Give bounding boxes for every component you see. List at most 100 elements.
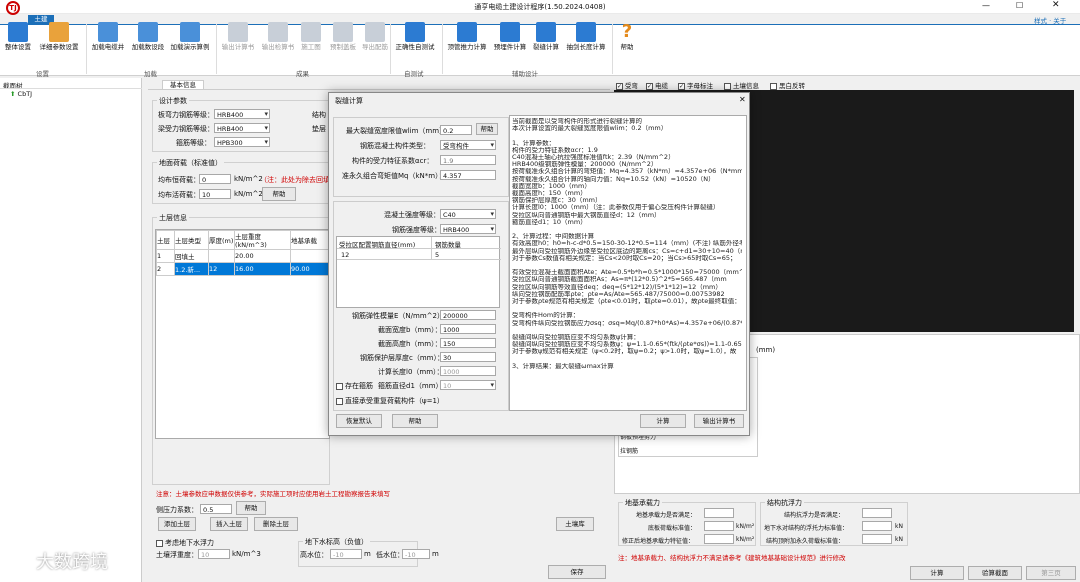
tree-node-icon: ⬆ [10,90,16,98]
h-input[interactable]: 150 [440,338,496,348]
rebar3-select[interactable]: HPB300 [214,137,270,147]
repeated-load-check[interactable]: 直接承受重复荷载构件（ψ=1） [336,396,444,406]
anchor-length-button[interactable]: 抽剑长度计算 [562,20,610,78]
rebar2-label: 梁受力钢筋等级： [158,125,214,133]
check-invert[interactable]: 黑白反转 [770,80,805,90]
stirrup-check[interactable]: 存在箍筋 [336,381,373,391]
steel-label: 钢筋强度等级： [392,226,441,234]
buoyancy-check[interactable]: 考虑地下水浮力 [156,538,214,548]
minimize-button[interactable]: — [982,1,990,10]
soil-cell[interactable] [208,249,235,263]
rebar-table: 受拉区配置钢筋直径(mm) 钢筋数量 12 5 [336,236,501,308]
rebar1-label: 板弯力钢筋等级： [158,111,214,119]
b-input[interactable]: 1000 [440,324,496,334]
rebar-cell[interactable]: 5 [435,251,439,259]
side-coef-help-button[interactable]: 帮助 [236,501,266,515]
checkbox-icon [336,382,343,390]
restore-default-button[interactable]: 恢复默认 [336,414,382,428]
overall-settings-button[interactable]: 整体设置 [4,20,32,78]
buoy-q2: 地下水对结构的浮托力标准值： [764,525,849,532]
calc-result-line: 有效受拉混凝土截面面积Ate：Ate=0.5*b*h=0.5*1000*150=… [512,269,742,277]
insert-soil-button[interactable]: 插入土层 [210,517,248,531]
checkbox-icon [770,82,777,90]
output-check-book-button[interactable]: 输出检算书 [258,20,298,78]
delete-soil-button[interactable]: 删除土层 [254,517,298,531]
calculate-button[interactable]: 计算 [910,566,964,580]
soil-cell[interactable]: 20.00 [234,249,291,263]
load-demo-button[interactable]: 加载演示算例 [168,20,212,78]
dialog-calc-button[interactable]: 计算 [640,414,686,428]
wlim-help-button[interactable]: 帮助 [476,123,498,135]
export-rebar-button[interactable]: 导出配筋 [360,20,390,78]
soil-cell[interactable]: 16.00 [234,262,291,276]
c-input[interactable]: 30 [440,352,496,362]
section-tree-panel: 截面树 ⬆ CbTJ [0,78,142,582]
load-cable-well-button[interactable]: 加载电缆井 [88,20,128,78]
output-calc-book-button[interactable]: 输出计算书 [218,20,258,78]
dead-load-input[interactable]: 0 [199,174,231,184]
bearing-a2 [704,521,734,531]
l0-label: 计算长度l0（mm）： [378,368,444,376]
save-button[interactable]: 保存 [548,565,606,579]
soil-row[interactable]: 1 回填土 20.00 [156,249,329,263]
soil-cell[interactable]: 1 [156,249,175,263]
third-page-button[interactable]: 第三页 [1026,566,1076,580]
calc-result-line: C40混凝土轴心抗拉强度标准值ftk：2.39（N/mm^2） [512,154,675,161]
help-button[interactable]: ? 帮助 [614,20,640,78]
check-bending[interactable]: ✓ 受弯 [616,80,638,90]
check-soil-info[interactable]: 土壤信息 [724,80,759,90]
side-coef-input[interactable]: 0.5 [200,504,232,514]
dead-load-note: （注：此处为除去回填土 [260,176,337,184]
dialog-help-button[interactable]: 帮助 [392,414,438,428]
calc-result-line: 最外层纵向受拉钢筋外边缘至受拉区底边的距离cs：Cs=c+d1=30+10=40… [512,247,742,255]
soil-row[interactable]: 2 1.2.新... 12 16.00 90.00 [156,262,329,276]
soil-cell[interactable] [290,249,329,263]
rebar-cell[interactable]: 12 [341,251,349,259]
check-cable[interactable]: ✓ 电缆 [646,80,668,90]
dialog-title: 裂缝计算 [335,97,363,105]
low-water-input[interactable]: -10 [402,549,430,559]
soil-cell[interactable]: 回填土 [174,249,209,263]
soil-cell[interactable]: 1.2.新... [174,262,209,276]
maximize-button[interactable]: ☐ [1016,1,1023,10]
steel-select[interactable]: HRB400 [440,224,496,234]
buoy-weight-unit: kN/m^3 [232,550,261,558]
soil-library-button[interactable]: 土壤库 [556,517,594,531]
tree-root[interactable]: ⬆ CbTJ [10,90,32,98]
precast-cover-button[interactable]: 预制盖板 [326,20,360,78]
export-icon [365,22,385,42]
bearing-unit2: kN/m² [736,536,755,543]
live-load-help-button[interactable]: 帮助 [262,187,296,201]
live-load-input[interactable]: 10 [199,189,231,199]
dialog-close-button[interactable]: ✕ [739,95,746,104]
mq-input[interactable]: 4.357 [440,170,496,180]
member-type-select[interactable]: 受弯构件 [440,140,496,150]
wlim-input[interactable]: 0.2 [440,125,472,135]
soil-warning: 注意：土壤参数应申数据仅供参考，实际施工项时应使用岩土工程勘察报告来填写 [156,490,390,498]
high-water-label: 高水位： [300,551,328,559]
title-bar: TJ 通亨电缆土建设计程序(1.50.2024.0408) — ☐ ✕ [0,0,1080,15]
pipe-jacking-button[interactable]: 顶管推力计算 [444,20,490,78]
soil-cell[interactable]: 2 [156,262,175,276]
check-section-button[interactable]: 验算截面 [968,566,1022,580]
high-water-input[interactable]: -10 [330,549,362,559]
bearing-a3 [704,534,734,544]
es-input[interactable]: 200000 [440,310,496,320]
buoy-a1 [862,508,892,518]
soil-cell[interactable]: 12 [208,262,235,276]
rebar2-select[interactable]: HRB400 [214,123,270,133]
checkbox-icon: ✓ [616,82,623,90]
buoy-weight-input[interactable]: 10 [198,549,230,559]
tab-basic-info[interactable]: 基本信息 [162,80,204,89]
soil-cell[interactable]: 90.00 [290,262,329,276]
output-book-button[interactable]: 输出计算书 [694,414,744,428]
l0-input[interactable]: 1000 [440,366,496,376]
check-letter-label[interactable]: ✓ 字母标注 [678,80,713,90]
add-soil-button[interactable]: 添加土层 [158,517,196,531]
d1-select[interactable]: 10 [440,380,496,390]
acr-input[interactable]: 1.9 [440,155,496,165]
rebar1-select[interactable]: HRB400 [214,109,270,119]
concrete-select[interactable]: C40 [440,209,496,219]
bearing-q3: 修正后地基承载力特征值： [622,538,695,545]
close-button[interactable]: ✕ [1052,0,1060,10]
